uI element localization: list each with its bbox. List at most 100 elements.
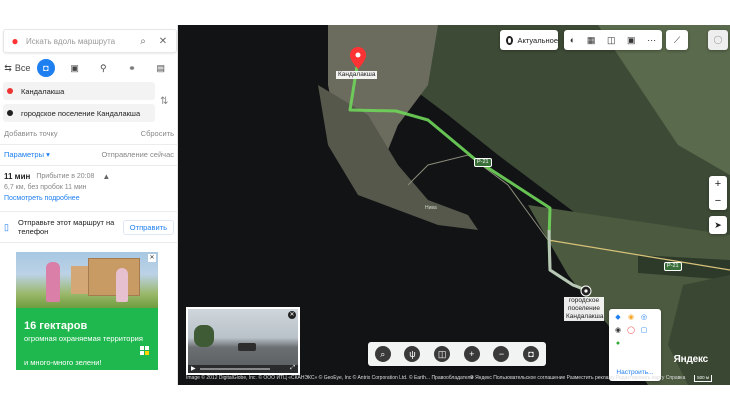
bottom-tools: ⌕ ψ ◫ + − ◘ (368, 342, 546, 366)
road-shield: Р-21 (664, 262, 682, 271)
advertisement[interactable]: ✕ 16 гектаров огромная охраняемая террит… (16, 252, 158, 370)
route-search-bar[interactable]: ● Искать вдоль маршрута ⌕ ✕ (3, 29, 177, 53)
zoom-control: + − (709, 176, 727, 210)
food-icon[interactable]: ψ (404, 346, 421, 362)
all-modes-icon: ⇆ (4, 62, 12, 73)
fuel-icon[interactable]: ◘ (523, 346, 540, 362)
divider (0, 165, 178, 166)
mode-transit[interactable]: ▣ (60, 63, 89, 74)
transport-modes: ⇆ Все ◘ ▣ ⚲ ⚭ ▤ (3, 57, 175, 79)
ad-close-icon[interactable]: ✕ (148, 254, 156, 262)
service-icon[interactable]: ◉ (626, 313, 636, 323)
map-layers-toolbar: ◐ ▦ ◫ ▣ ⋯ (564, 30, 662, 50)
destination-label: городское поселение Кандалакша (564, 297, 604, 321)
actual-layer-button[interactable]: Актуальное (500, 30, 558, 50)
point-b-marker-icon (7, 110, 13, 116)
send-text: Отправьте этот маршрут на телефон (18, 218, 115, 236)
fullscreen-icon[interactable]: ⤢ (290, 365, 295, 372)
actual-layer-icon (506, 35, 513, 45)
road-shield: Р-21 (474, 158, 492, 167)
ad-logo-icon (140, 346, 150, 356)
transport-icon[interactable]: ▣ (627, 35, 636, 46)
city-label: Кандалакша (336, 71, 378, 79)
layers-icon[interactable]: ◐ (570, 35, 575, 45)
add-point-link[interactable]: Добавить точку (4, 129, 58, 138)
panorama-car (238, 343, 256, 351)
service-icon[interactable]: ▢ (639, 326, 649, 336)
zoom-out-button[interactable]: − (709, 193, 727, 210)
ad-tail: и много-много зелени! (24, 358, 102, 367)
route-search-input[interactable]: Искать вдоль маршрута (26, 37, 136, 46)
actual-layer-label: Актуальное (517, 35, 559, 45)
bicycle-icon: ⚭ (128, 62, 136, 73)
service-icon[interactable]: ◉ (613, 326, 623, 336)
route-point-to[interactable]: городское поселение Кандалакша (3, 104, 155, 122)
mode-car[interactable]: ◘ (32, 59, 61, 77)
point-a-marker-icon (7, 88, 13, 94)
panorama-progress[interactable] (200, 368, 270, 370)
panorama-tree (194, 325, 214, 347)
ruler-button[interactable]: ⟋ (666, 30, 688, 50)
geolocation-button[interactable]: ➤ (709, 216, 727, 234)
route-duration: 11 мин (4, 172, 31, 181)
departure-time[interactable]: Отправление сейчас (101, 150, 174, 159)
mode-taxi[interactable]: ▤ (146, 63, 175, 74)
params-dropdown[interactable]: Параметры ▾ (4, 150, 50, 159)
map-view[interactable]: Кандалакша городское поселение Кандалакш… (178, 25, 730, 385)
ad-photo (16, 252, 158, 308)
search-icon[interactable]: ⌕ (136, 36, 150, 47)
scale-bar: 500 м (694, 375, 712, 382)
route-details: 6,7 км, без пробок 11 мин (4, 184, 87, 191)
zoom-in-button[interactable]: + (709, 176, 727, 193)
route-point-from[interactable]: Кандалакша (3, 82, 155, 100)
ad-building (88, 258, 140, 296)
panorama-close-icon[interactable]: ✕ (288, 311, 296, 319)
locate-arrow-icon: ➤ (714, 220, 722, 230)
point-from-label: Кандалакша (21, 86, 65, 96)
search-icon[interactable]: ⌕ (374, 346, 391, 362)
more-icon[interactable]: ⋯ (647, 35, 656, 46)
services-panel: ◆ ◉ ◎ ◉ ◯ ▢ ● Настроить... (609, 309, 661, 381)
mode-bike[interactable]: ⚭ (118, 63, 147, 74)
mode-all[interactable]: ⇆ Все (3, 63, 32, 74)
mode-all-label: Все (14, 63, 31, 73)
parking-icon[interactable]: − (493, 346, 510, 362)
route-more-link[interactable]: Посмотреть подробнее (4, 195, 174, 202)
play-icon[interactable]: ▶ (191, 365, 196, 372)
service-icon[interactable]: ◆ (613, 313, 623, 323)
panorama-icon[interactable]: ▦ (587, 35, 596, 46)
ad-person (116, 268, 128, 302)
divider (0, 144, 178, 145)
ad-body: огромная охраняемая территория (24, 334, 143, 343)
map-pin-icon: ● (11, 34, 19, 48)
shopping-icon[interactable]: ◫ (434, 346, 451, 362)
service-icon[interactable]: ◎ (639, 313, 649, 323)
pharmacy-icon[interactable]: + (463, 346, 480, 362)
taxi-icon: ▤ (156, 62, 165, 73)
send-button[interactable]: Отправить (122, 219, 174, 235)
service-icon[interactable]: ◯ (626, 326, 636, 336)
yandex-logo: Яндекс (673, 354, 709, 365)
traffic-icon[interactable]: ◫ (607, 35, 616, 46)
footer-links[interactable]: © Яндекс Пользовательское соглашение Раз… (470, 375, 685, 381)
ruler-icon: ⟋ (673, 35, 681, 45)
user-avatar[interactable]: ◯ (708, 30, 728, 50)
mode-walk[interactable]: ⚲ (89, 63, 118, 74)
top-strip (0, 0, 730, 25)
service-icon[interactable]: ● (613, 339, 623, 349)
route-actions-row: Добавить точку Сбросить (4, 129, 174, 138)
point-to-label: городское поселение Кандалакша (21, 108, 141, 118)
divider (0, 211, 178, 212)
send-to-phone: ▯ Отправьте этот маршрут на телефон Отпр… (4, 218, 174, 236)
panorama-preview[interactable]: ✕ ▶ ⤢ (186, 307, 300, 375)
swap-points-icon[interactable]: ⇅ (160, 96, 168, 107)
ad-headline: 16 гектаров (24, 320, 88, 332)
avatar-icon: ◯ (713, 35, 723, 44)
reset-link[interactable]: Сбросить (141, 129, 174, 138)
divider (0, 242, 178, 243)
car-icon: ◘ (37, 59, 55, 77)
bottom-strip (0, 385, 730, 410)
close-icon[interactable]: ✕ (156, 36, 170, 47)
map-copyright: Image © 2012 DigitalGlobe, Inc. © ООО ИТ… (186, 375, 474, 381)
route-summary[interactable]: 11 мин Прибытие в 20:08 ▲ 6,7 км, без пр… (4, 172, 174, 202)
